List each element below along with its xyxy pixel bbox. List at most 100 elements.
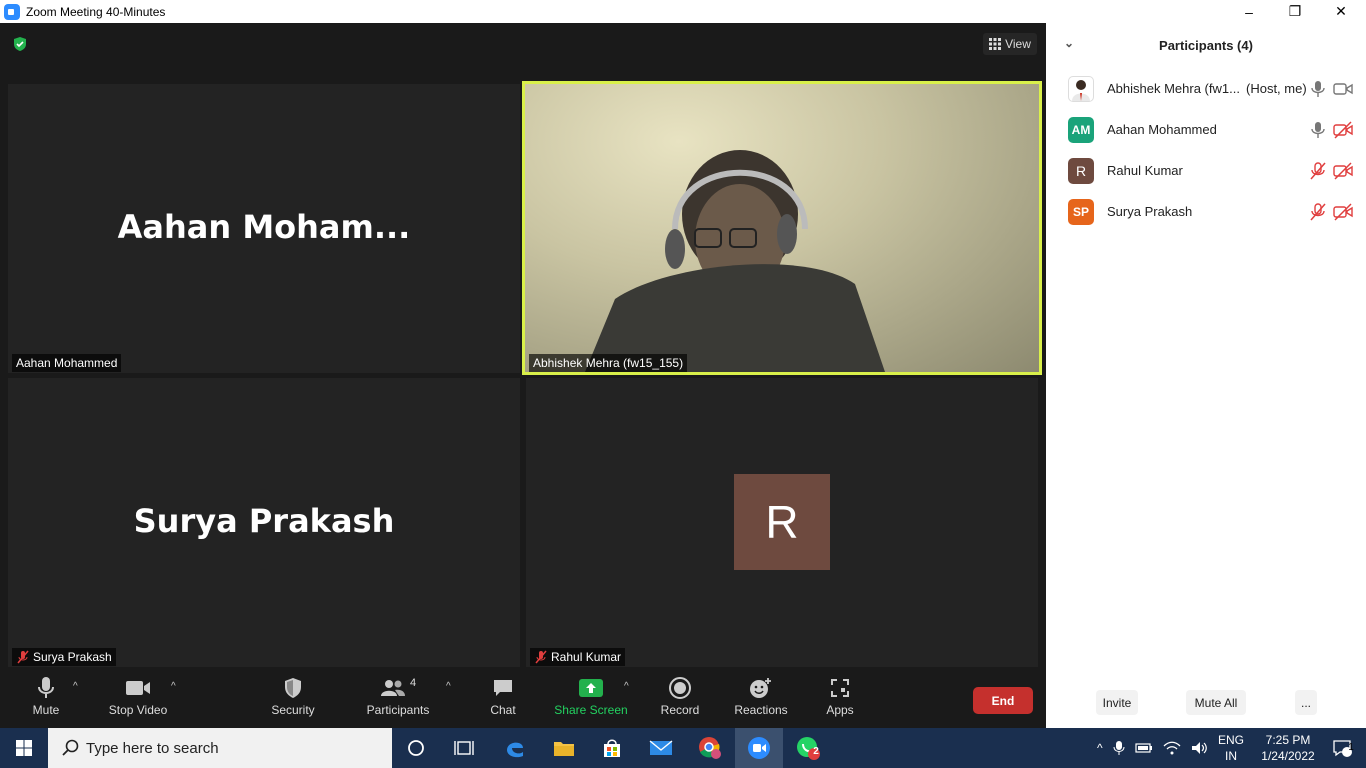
view-label: View xyxy=(1005,37,1031,51)
profile-photo-icon xyxy=(1072,79,1090,101)
avatar: SP xyxy=(1068,198,1094,225)
cortana-button[interactable] xyxy=(392,728,440,768)
reactions-button[interactable]: Reactions xyxy=(732,673,790,717)
video-tile-surya[interactable]: Surya Prakash Surya Prakash xyxy=(8,378,520,667)
encryption-shield-icon[interactable] xyxy=(12,36,28,52)
search-placeholder: Type here to search xyxy=(86,739,219,757)
participant-row[interactable]: SP Surya Prakash xyxy=(1046,191,1366,232)
participant-row[interactable]: Abhishek Mehra (fw1... (Host, me) xyxy=(1046,68,1366,109)
folder-icon xyxy=(554,742,574,756)
edge-browser-button[interactable] xyxy=(491,728,539,768)
video-tile-rahul[interactable]: R Rahul Kumar xyxy=(526,378,1038,667)
microphone-icon[interactable] xyxy=(1310,80,1326,98)
video-camera-icon xyxy=(126,681,150,695)
mail-button[interactable] xyxy=(637,728,685,768)
webcam-video xyxy=(525,84,1039,372)
video-options-chevron-icon[interactable]: ^ xyxy=(171,681,176,692)
title-bar: Zoom Meeting 40-Minutes – ❐ ✕ xyxy=(0,0,1366,23)
whatsapp-button[interactable]: 2 xyxy=(784,728,832,768)
mute-options-chevron-icon[interactable]: ^ xyxy=(73,681,78,692)
tile-name-text: Rahul Kumar xyxy=(551,650,622,664)
muted-mic-icon[interactable] xyxy=(1310,202,1326,221)
minimize-button[interactable]: – xyxy=(1226,0,1272,23)
participant-name: Aahan Mohammed xyxy=(1107,122,1217,137)
security-shield-icon xyxy=(285,678,301,698)
microphone-icon[interactable] xyxy=(1113,740,1125,756)
wifi-icon[interactable] xyxy=(1163,741,1181,755)
chat-button[interactable]: Chat xyxy=(485,673,521,717)
task-view-icon xyxy=(454,741,474,755)
participants-label: Participants xyxy=(366,703,430,717)
collapse-chevron-down-icon[interactable]: ⌄ xyxy=(1064,36,1074,50)
participant-role: (Host, me) xyxy=(1246,81,1307,96)
security-label: Security xyxy=(271,703,315,717)
stop-video-button[interactable]: Stop Video xyxy=(104,673,172,717)
chrome-button[interactable] xyxy=(686,728,734,768)
input-language-indicator[interactable]: ENG IN xyxy=(1218,728,1244,768)
volume-speaker-icon[interactable] xyxy=(1191,741,1209,755)
security-button[interactable]: Security xyxy=(266,673,320,717)
tile-name-text: Aahan Mohammed xyxy=(16,356,118,370)
windows-taskbar: Type here to search 2 ^ ENG IN 7:25 PM 1… xyxy=(0,728,1366,768)
participants-count: 4 xyxy=(409,677,417,689)
video-off-icon[interactable] xyxy=(1333,161,1353,180)
task-view-button[interactable] xyxy=(440,728,488,768)
invite-button[interactable]: Invite xyxy=(1096,690,1138,715)
microphone-icon xyxy=(38,677,54,698)
clock[interactable]: 7:25 PM 1/24/2022 xyxy=(1256,728,1320,768)
file-explorer-button[interactable] xyxy=(540,728,588,768)
mute-button[interactable]: Mute xyxy=(26,673,66,717)
end-meeting-button[interactable]: End xyxy=(973,687,1033,714)
more-options-button[interactable]: ... xyxy=(1295,690,1317,715)
tile-name-text: Surya Prakash xyxy=(33,650,112,664)
participant-name: Rahul Kumar xyxy=(1107,163,1183,178)
video-off-icon[interactable] xyxy=(1333,120,1353,139)
video-tile-abhishek-active-speaker[interactable]: Abhishek Mehra (fw15_155) xyxy=(522,81,1042,375)
apps-button[interactable]: Apps xyxy=(822,673,858,717)
share-options-chevron-icon[interactable]: ^ xyxy=(624,681,629,692)
record-button[interactable]: Record xyxy=(658,673,702,717)
muted-mic-icon[interactable] xyxy=(1310,161,1326,180)
video-camera-icon[interactable] xyxy=(1333,80,1353,98)
share-screen-button[interactable]: Share Screen xyxy=(554,673,628,717)
muted-mic-icon xyxy=(535,650,547,664)
microphone-icon[interactable] xyxy=(1310,121,1326,139)
participants-panel-header: ⌄ Participants (4) xyxy=(1046,23,1366,67)
taskbar-search-box[interactable]: Type here to search xyxy=(48,728,392,768)
avatar xyxy=(1068,75,1094,102)
participant-row[interactable]: R Rahul Kumar xyxy=(1046,150,1366,191)
clock-time: 7:25 PM xyxy=(1265,733,1311,747)
microsoft-store-button[interactable] xyxy=(588,728,636,768)
start-button[interactable] xyxy=(0,728,48,768)
mute-all-button[interactable]: Mute All xyxy=(1186,690,1246,715)
record-label: Record xyxy=(660,703,700,717)
reactions-smiley-icon xyxy=(750,678,771,698)
windows-logo-icon xyxy=(16,740,32,756)
meeting-area: View Aahan Moham... Aahan Mohammed Abhis… xyxy=(0,23,1046,728)
cortana-circle-icon xyxy=(408,740,424,756)
store-bag-icon xyxy=(604,739,620,757)
participants-button[interactable]: 4 Participants xyxy=(363,673,433,717)
participants-options-chevron-icon[interactable]: ^ xyxy=(446,681,451,692)
mail-envelope-icon xyxy=(649,740,673,755)
participant-row[interactable]: AM Aahan Mohammed xyxy=(1046,109,1366,150)
zoom-logo-icon xyxy=(4,3,20,20)
battery-icon[interactable] xyxy=(1135,742,1153,754)
restore-button[interactable]: ❐ xyxy=(1272,0,1318,23)
participant-name: Abhishek Mehra (fw1... xyxy=(1107,81,1240,96)
view-button[interactable]: View xyxy=(983,33,1037,55)
tile-name-label: Rahul Kumar xyxy=(530,648,626,666)
tile-display-name: Surya Prakash xyxy=(133,502,395,540)
action-center-button[interactable]: 1 xyxy=(1318,728,1366,768)
grid-icon xyxy=(989,38,1002,50)
stop-video-label: Stop Video xyxy=(108,703,168,717)
show-hidden-icons-chevron-icon[interactable]: ^ xyxy=(1097,741,1103,755)
avatar: AM xyxy=(1068,116,1094,143)
close-button[interactable]: ✕ xyxy=(1318,0,1364,23)
video-off-icon[interactable] xyxy=(1333,202,1353,221)
video-tile-aahan[interactable]: Aahan Moham... Aahan Mohammed xyxy=(8,84,520,373)
whatsapp-notification-badge: 2 xyxy=(813,746,819,757)
zoom-app-button[interactable] xyxy=(735,728,783,768)
muted-mic-icon xyxy=(17,650,29,664)
system-tray: ^ xyxy=(1097,728,1209,768)
